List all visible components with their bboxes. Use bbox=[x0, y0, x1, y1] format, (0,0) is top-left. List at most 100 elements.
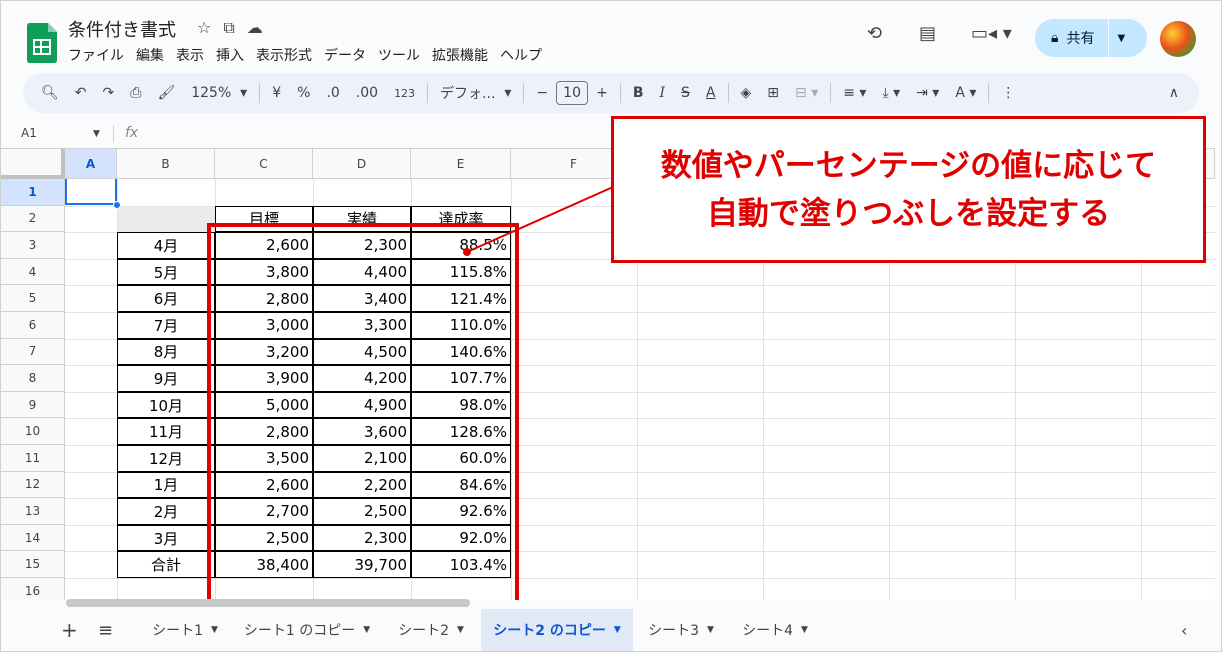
table-cell-border bbox=[117, 391, 215, 419]
chevron-down-icon[interactable]: ▼ bbox=[93, 129, 100, 139]
table-corner-fill bbox=[118, 206, 215, 233]
menu-extensions[interactable]: 拡張機能 bbox=[432, 45, 488, 65]
row-header[interactable]: 11 bbox=[1, 445, 65, 472]
sheet-tab[interactable]: シート2 のコピー ▼ bbox=[481, 609, 633, 651]
strikethrough-button[interactable]: S bbox=[673, 85, 698, 101]
print-icon[interactable]: ⎙ bbox=[122, 85, 149, 101]
name-box[interactable]: A1 bbox=[21, 126, 37, 140]
menu-file[interactable]: ファイル bbox=[68, 45, 124, 65]
vertical-align-icon[interactable]: ⤓ ▾ bbox=[874, 85, 908, 101]
sheet-tab-label: シート1 のコピー bbox=[243, 623, 356, 639]
row-header[interactable]: 2 bbox=[1, 205, 65, 233]
cloud-status-icon[interactable]: ☁ bbox=[247, 18, 263, 38]
chevron-down-icon[interactable]: ▼ bbox=[1117, 33, 1125, 44]
chevron-down-icon[interactable]: ▼ bbox=[614, 625, 621, 635]
sheet-tab[interactable]: シート2 ▼ bbox=[389, 609, 473, 651]
zoom-select[interactable]: 125% ▾ bbox=[183, 85, 255, 101]
sheets-logo-icon[interactable] bbox=[27, 23, 57, 63]
percent-button[interactable]: % bbox=[289, 85, 318, 101]
chevron-left-icon[interactable]: ‹ bbox=[1181, 621, 1187, 640]
menu-data[interactable]: データ bbox=[324, 45, 366, 65]
font-value: デフォ... bbox=[440, 86, 496, 102]
column-header[interactable]: D bbox=[313, 149, 411, 179]
row-header[interactable]: 5 bbox=[1, 285, 65, 312]
table-cell-border bbox=[117, 551, 215, 578]
move-folder-icon[interactable]: ⧉ bbox=[223, 18, 234, 38]
add-sheet-icon[interactable]: + bbox=[61, 618, 78, 642]
row-header[interactable]: 1 bbox=[1, 179, 65, 206]
share-divider bbox=[1108, 19, 1110, 57]
menu-view[interactable]: 表示 bbox=[176, 45, 204, 65]
horizontal-align-icon[interactable]: ≡ ▾ bbox=[835, 85, 874, 101]
meet-icon[interactable]: ▭◂ ▾ bbox=[971, 23, 1012, 44]
row-header[interactable]: 4 bbox=[1, 258, 65, 286]
toolbar-divider bbox=[427, 83, 429, 103]
decrease-font-size-button[interactable]: − bbox=[528, 85, 556, 101]
row-header[interactable]: 10 bbox=[1, 418, 65, 445]
chevron-down-icon[interactable]: ▼ bbox=[457, 625, 464, 635]
text-rotation-icon[interactable]: A ▾ bbox=[947, 85, 984, 101]
chevron-down-icon[interactable]: ▼ bbox=[363, 625, 370, 635]
star-icon[interactable]: ☆ bbox=[197, 18, 211, 38]
all-sheets-icon[interactable]: ≡ bbox=[98, 620, 113, 641]
column-header[interactable]: A bbox=[65, 149, 117, 179]
sheet-tab[interactable]: シート1 のコピー ▼ bbox=[233, 609, 381, 651]
merge-cells-icon[interactable]: ⊟ ▾ bbox=[787, 85, 826, 101]
comments-icon[interactable]: ▤ bbox=[919, 23, 936, 44]
share-button[interactable]: 🔒︎ 共有 ▼ bbox=[1035, 19, 1147, 57]
increase-font-size-button[interactable]: + bbox=[588, 85, 616, 101]
menu-format[interactable]: 表示形式 bbox=[256, 45, 312, 65]
sheet-tab[interactable]: シート1 ▼ bbox=[141, 609, 229, 651]
sheet-tab[interactable]: シート3 ▼ bbox=[637, 609, 725, 651]
fill-color-icon[interactable]: ◈ bbox=[733, 85, 760, 101]
paint-format-icon[interactable]: 🖌︎ bbox=[149, 85, 183, 101]
row-header[interactable]: 13 bbox=[1, 498, 65, 525]
toolbar-divider bbox=[830, 83, 832, 103]
row-header[interactable]: 8 bbox=[1, 365, 65, 392]
decrease-decimals-button[interactable]: .0 bbox=[318, 85, 347, 101]
row-header[interactable]: 14 bbox=[1, 524, 65, 552]
row-header[interactable]: 6 bbox=[1, 312, 65, 339]
redo-icon[interactable]: ↷ bbox=[95, 85, 123, 101]
search-menus-icon[interactable]: 🔍︎ bbox=[33, 85, 67, 101]
menu-insert[interactable]: 挿入 bbox=[216, 45, 244, 65]
currency-button[interactable]: ¥ bbox=[264, 85, 289, 101]
font-size-input[interactable]: 10 bbox=[556, 81, 589, 105]
undo-icon[interactable]: ↶ bbox=[67, 85, 95, 101]
more-options-icon[interactable]: ⋮ bbox=[993, 85, 1023, 101]
column-header[interactable]: C bbox=[215, 149, 313, 179]
select-all-corner[interactable] bbox=[1, 149, 65, 179]
increase-decimals-button[interactable]: .00 bbox=[348, 85, 386, 101]
horizontal-scrollbar[interactable] bbox=[66, 599, 470, 607]
chevron-down-icon[interactable]: ▼ bbox=[211, 625, 218, 635]
more-formats-button[interactable]: 123 bbox=[386, 87, 423, 100]
menu-help[interactable]: ヘルプ bbox=[500, 45, 542, 65]
row-header[interactable]: 15 bbox=[1, 551, 65, 578]
column-header[interactable]: B bbox=[117, 149, 215, 179]
sheet-tab-label: シート2 のコピー bbox=[493, 623, 606, 639]
bold-button[interactable]: B bbox=[625, 85, 652, 101]
selected-cell-a1[interactable] bbox=[65, 179, 117, 205]
sheet-tab[interactable]: シート4 ▼ bbox=[731, 609, 819, 651]
document-title[interactable]: 条件付き書式 bbox=[68, 16, 176, 42]
row-header[interactable]: 16 bbox=[1, 578, 65, 600]
borders-icon[interactable]: ⊞ bbox=[759, 85, 787, 101]
chevron-down-icon[interactable]: ▼ bbox=[707, 625, 714, 635]
italic-button[interactable]: I bbox=[652, 85, 674, 101]
row-header[interactable]: 12 bbox=[1, 471, 65, 499]
row-header[interactable]: 9 bbox=[1, 391, 65, 419]
avatar[interactable] bbox=[1160, 21, 1196, 57]
text-color-button[interactable]: A bbox=[698, 85, 724, 101]
history-icon[interactable]: ⟲ bbox=[867, 23, 882, 44]
text-wrap-icon[interactable]: ⇥ ▾ bbox=[908, 85, 947, 101]
chevron-down-icon[interactable]: ▼ bbox=[801, 625, 808, 635]
fill-handle[interactable] bbox=[113, 201, 121, 209]
row-header[interactable]: 7 bbox=[1, 338, 65, 366]
row-header[interactable]: 3 bbox=[1, 232, 65, 259]
font-select[interactable]: デフォ... ▾ bbox=[432, 83, 519, 103]
menu-tools[interactable]: ツール bbox=[378, 45, 420, 65]
menu-edit[interactable]: 編集 bbox=[136, 45, 164, 65]
table-cell-border bbox=[117, 418, 215, 445]
column-header[interactable]: E bbox=[411, 149, 511, 179]
collapse-menus-icon[interactable]: ∧ bbox=[1161, 85, 1187, 101]
